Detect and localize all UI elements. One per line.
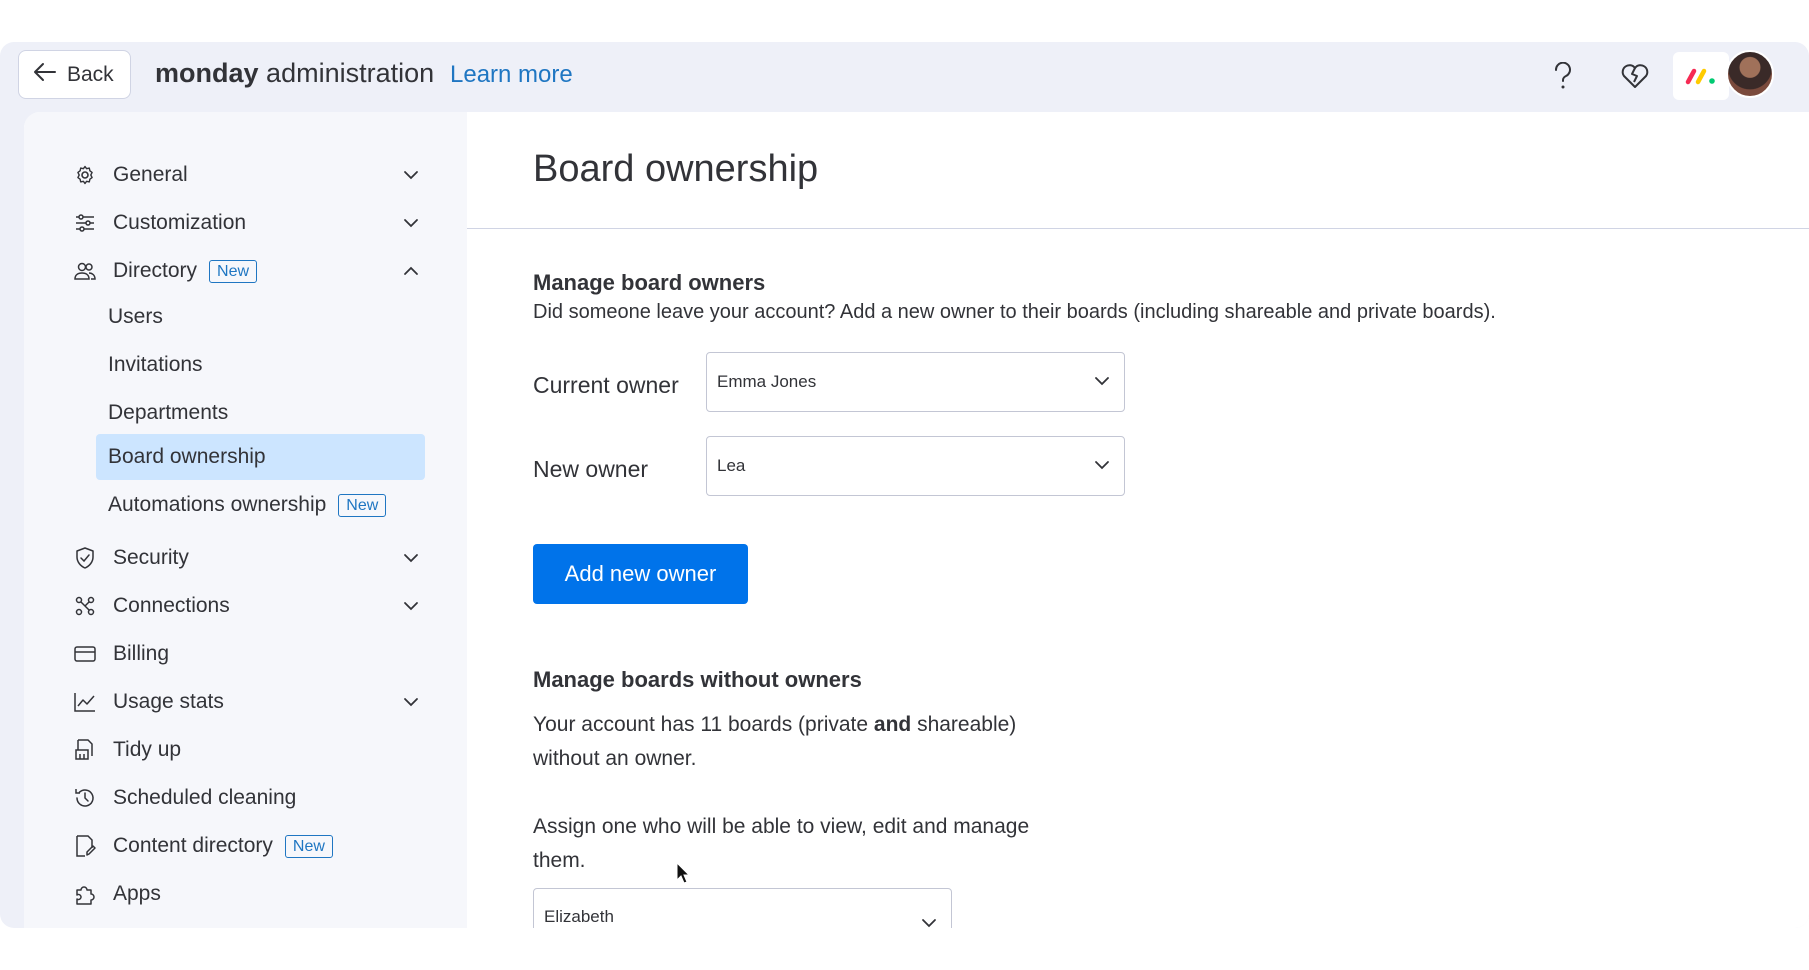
new-badge: New (209, 259, 258, 283)
help-icon[interactable] (1543, 56, 1583, 96)
sidebar-subitem-users[interactable]: Users (96, 294, 425, 340)
new-owner-value: Lea (717, 456, 746, 475)
chevron-down-icon (1094, 455, 1110, 475)
sidebar-item-label: Usage stats (113, 690, 224, 713)
sidebar-item-apps[interactable]: Apps (72, 873, 452, 915)
chevron-down-icon[interactable] (400, 212, 422, 234)
sidebar-item-label: General (113, 163, 188, 186)
bottom-fade (0, 928, 1809, 970)
sidebar-item-label: Customization (113, 211, 247, 234)
add-new-owner-button[interactable]: Add new owner (533, 544, 748, 604)
sidebar-item-content-directory[interactable]: Content directory New (72, 825, 452, 867)
chevron-down-icon[interactable] (400, 595, 422, 617)
admin-card: General Customization Directory New User… (24, 112, 1809, 928)
chevron-down-icon[interactable] (400, 164, 422, 186)
without-owners-text: Your account has 11 boards (private and … (533, 708, 1016, 776)
sidebar-item-label: Content directory (113, 834, 273, 857)
new-owner-label: New owner (533, 456, 649, 482)
sidebar-item-usage-stats[interactable]: Usage stats (72, 681, 452, 723)
assign-text: Assign one who will be able to view, edi… (533, 810, 1029, 878)
top-bar: Back monday administration Learn more (0, 42, 1809, 112)
monday-logo-icon[interactable] (1673, 52, 1729, 100)
new-owner-select[interactable]: Lea (706, 436, 1125, 496)
back-label: Back (67, 62, 114, 86)
app-window: Back monday administration Learn more Ge… (0, 42, 1809, 928)
sidebar-item-scheduled-cleaning[interactable]: Scheduled cleaning (72, 777, 452, 819)
assign-owner-value: Elizabeth (544, 907, 614, 926)
connections-icon (72, 593, 98, 619)
sidebar-item-connections[interactable]: Connections (72, 585, 452, 627)
chevron-down-icon (1094, 371, 1110, 391)
assign-owner-select[interactable]: Elizabeth (533, 888, 952, 928)
users-icon (72, 258, 98, 284)
assign-text-b: them. (533, 849, 586, 872)
manage-owners-description: Did someone leave your account? Add a ne… (533, 301, 1496, 323)
sidebar-item-security[interactable]: Security (72, 537, 452, 579)
current-owner-select[interactable]: Emma Jones (706, 352, 1125, 412)
sidebar-item-label: Connections (113, 594, 230, 617)
main-content: Board ownership Manage board owners Did … (467, 112, 1809, 928)
sliders-icon (72, 210, 98, 236)
puzzle-icon (72, 881, 98, 907)
sidebar-subitem-label: Board ownership (108, 445, 266, 468)
sidebar-subitem-departments[interactable]: Departments (96, 390, 425, 436)
sidebar-item-billing[interactable]: Billing (72, 633, 452, 675)
new-badge: New (338, 493, 387, 517)
sidebar-item-general[interactable]: General (72, 154, 452, 196)
without-owners-text-b: shareable) (911, 713, 1017, 736)
card-icon (72, 641, 98, 667)
chart-icon (72, 689, 98, 715)
broom-icon (72, 737, 98, 763)
sidebar: General Customization Directory New User… (24, 112, 467, 928)
document-icon (72, 833, 98, 859)
clock-icon (72, 785, 98, 811)
current-owner-value: Emma Jones (717, 372, 817, 391)
without-owners-text-bold: and (873, 713, 912, 736)
sidebar-item-label: Tidy up (113, 738, 182, 761)
without-owners-text-c: without an owner. (533, 747, 697, 770)
sidebar-item-label: Billing (113, 642, 170, 665)
without-owners-heading: Manage boards without owners (533, 667, 862, 692)
sidebar-subitem-automations-ownership[interactable]: Automations ownership New (96, 482, 425, 528)
sidebar-item-label: Security (113, 546, 189, 569)
sidebar-item-label: Apps (113, 882, 161, 905)
sidebar-item-directory[interactable]: Directory New (72, 250, 452, 292)
manage-owners-heading: Manage board owners (533, 270, 766, 295)
heart-icon[interactable] (1615, 56, 1655, 96)
assign-text-a: Assign one who will be able to view, edi… (533, 815, 1030, 838)
sidebar-subitem-board-ownership[interactable]: Board ownership (96, 434, 425, 480)
current-owner-label: Current owner (533, 372, 679, 398)
sidebar-subitem-label: Invitations (108, 353, 203, 376)
brand-rest: administration (266, 58, 435, 88)
chevron-down-icon (921, 913, 937, 928)
sidebar-item-label: Directory (113, 259, 198, 282)
mouse-cursor-icon (676, 861, 691, 889)
learn-more-link[interactable]: Learn more (450, 61, 573, 89)
shield-icon (72, 545, 98, 571)
app-brand: monday administration (155, 58, 434, 89)
page-title: Board ownership (533, 148, 819, 190)
sidebar-item-tidy-up[interactable]: Tidy up (72, 729, 452, 771)
sidebar-item-customization[interactable]: Customization (72, 202, 452, 244)
arrow-left-icon (33, 62, 57, 88)
divider (467, 228, 1809, 229)
back-button[interactable]: Back (18, 50, 131, 99)
chevron-up-icon[interactable] (400, 260, 422, 282)
sidebar-subitem-label: Automations ownership (108, 493, 327, 516)
chevron-down-icon[interactable] (400, 691, 422, 713)
without-owners-text-a: Your account has 11 boards (private (533, 713, 874, 736)
sidebar-subitem-label: Users (108, 305, 163, 328)
chevron-down-icon[interactable] (400, 547, 422, 569)
sidebar-item-label: Scheduled cleaning (113, 786, 297, 809)
sidebar-subitem-invitations[interactable]: Invitations (96, 342, 425, 388)
new-badge: New (284, 834, 333, 858)
sidebar-subitem-label: Departments (108, 401, 229, 424)
gear-icon (72, 162, 98, 188)
brand-bold: monday (155, 58, 259, 88)
avatar[interactable] (1726, 50, 1774, 98)
